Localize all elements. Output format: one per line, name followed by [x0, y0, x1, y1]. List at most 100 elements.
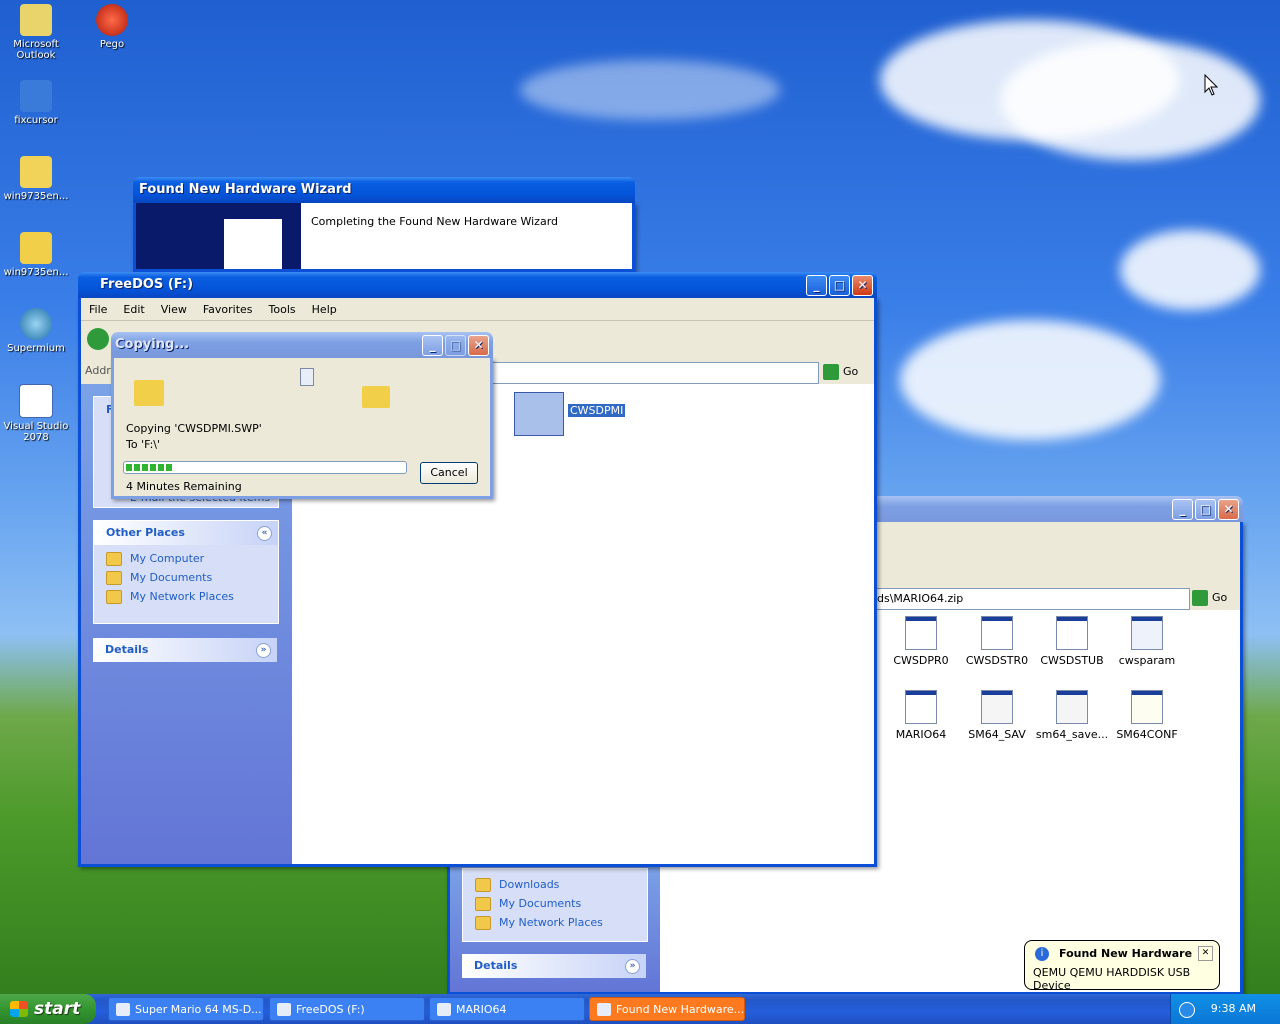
source-folder-icon	[134, 380, 164, 406]
desktop-icon-win9735-folder[interactable]: win9735en...	[0, 232, 72, 278]
link-downloads[interactable]: Downloads	[463, 875, 647, 894]
taskbar-item-mario64[interactable]: MARIO64	[429, 997, 585, 1021]
taskbar-item-super-mario[interactable]: Super Mario 64 MS-D...	[108, 997, 264, 1021]
desktop-icon-win9735-zip[interactable]: win9735en...	[0, 156, 72, 202]
desktop-icon-visual-studio[interactable]: Visual Studio 2078	[0, 384, 72, 443]
destination-folder-icon	[362, 386, 390, 408]
back-arrow-icon[interactable]	[87, 328, 109, 350]
address-label: Addr	[85, 364, 111, 377]
freedos-address-field[interactable]	[491, 362, 819, 384]
application-icon	[905, 690, 937, 724]
system-file-icon	[1056, 690, 1088, 724]
close-button[interactable]: ✕	[468, 335, 489, 356]
close-icon[interactable]: ✕	[1198, 946, 1213, 961]
hardware-icon	[224, 219, 282, 269]
file-cwsparam[interactable]: cwsparam	[1110, 616, 1184, 667]
mario64-details-panel[interactable]: Details»	[462, 954, 646, 978]
go-arrow-icon	[1192, 590, 1208, 606]
copying-titlebar[interactable]: Copying... _ □ ✕	[111, 332, 493, 358]
desktop-icon-fixcursor[interactable]: fixcursor	[0, 80, 72, 126]
start-button[interactable]: start	[0, 994, 96, 1024]
menu-favorites[interactable]: Favorites	[195, 303, 261, 316]
clock[interactable]: 9:38 AM	[1211, 1002, 1256, 1015]
tray-arrow-icon[interactable]	[1179, 1002, 1195, 1018]
application-icon	[905, 616, 937, 650]
link-my-network-places[interactable]: My Network Places	[94, 587, 278, 606]
zip-folder-icon	[20, 156, 52, 188]
minimize-button[interactable]: _	[1172, 499, 1193, 520]
desktop-icon-pego[interactable]: Pego	[76, 4, 148, 50]
wizard-heading: Completing the Found New Hardware Wizard	[311, 215, 559, 228]
pego-icon	[96, 4, 128, 36]
details-panel[interactable]: Details»	[93, 638, 277, 662]
supermium-icon	[20, 308, 52, 340]
menu-file[interactable]: File	[81, 303, 115, 316]
chevron-up-icon[interactable]: «	[257, 526, 272, 541]
mario64-address-field[interactable]: ds\MARIO64.zip	[874, 588, 1190, 610]
mario64-tasks-pane: Downloads My Documents My Network Places…	[450, 862, 660, 992]
cloud	[520, 60, 780, 120]
desktop-icon-supermium[interactable]: Supermium	[0, 308, 72, 354]
link-my-documents[interactable]: My Documents	[463, 894, 647, 913]
chevron-down-icon[interactable]: »	[625, 959, 640, 974]
maximize-button[interactable]: □	[829, 275, 850, 296]
outlook-icon	[20, 4, 52, 36]
maximize-button: □	[445, 335, 466, 356]
mario64-other-places-panel: Downloads My Documents My Network Places	[462, 868, 648, 942]
desktop-icon-outlook[interactable]: Microsoft Outlook	[0, 4, 72, 61]
system-tray: 9:38 AM	[1170, 994, 1280, 1024]
copying-destination-text: To 'F:\'	[126, 438, 161, 451]
file-cwsdstr0[interactable]: CWSDSTR0	[960, 616, 1034, 667]
chevron-down-icon[interactable]: »	[256, 643, 271, 658]
mouse-cursor-icon	[1204, 74, 1218, 96]
link-my-documents[interactable]: My Documents	[94, 568, 278, 587]
application-icon	[981, 616, 1013, 650]
info-icon: i	[1035, 947, 1049, 961]
menu-edit[interactable]: Edit	[115, 303, 152, 316]
file-sm64conf[interactable]: SM64CONF	[1110, 690, 1184, 741]
file-cwsdstub[interactable]: CWSDSTUB	[1035, 616, 1109, 667]
hardware-wizard-titlebar[interactable]: Found New Hardware Wizard	[133, 177, 635, 203]
copying-dialog[interactable]: Copying... _ □ ✕ Copying 'CWSDPMI.SWP' T…	[111, 332, 493, 499]
link-my-computer[interactable]: My Computer	[94, 549, 278, 568]
maximize-button[interactable]: □	[1195, 499, 1216, 520]
found-new-hardware-balloon[interactable]: i ✕ Found New Hardware QEMU QEMU HARDDIS…	[1024, 940, 1220, 992]
menu-tools[interactable]: Tools	[261, 303, 304, 316]
system-file-icon	[981, 690, 1013, 724]
taskbar-item-freedos[interactable]: FreeDOS (F:)	[269, 997, 425, 1021]
link-my-network-places[interactable]: My Network Places	[463, 913, 647, 932]
close-button[interactable]: ✕	[852, 275, 873, 296]
freedos-titlebar[interactable]: FreeDOS (F:) _ □ ✕	[78, 272, 877, 298]
time-remaining: 4 Minutes Remaining	[126, 480, 242, 493]
menu-view[interactable]: View	[153, 303, 195, 316]
progress-fill	[126, 464, 174, 471]
copying-source-text: Copying 'CWSDPMI.SWP'	[126, 422, 262, 435]
selected-file-icon[interactable]	[514, 392, 564, 436]
cancel-button[interactable]: Cancel	[420, 462, 478, 484]
word-document-icon	[1131, 616, 1163, 650]
minimize-button[interactable]: _	[422, 335, 443, 356]
file-sm64-sav[interactable]: SM64_SAV	[960, 690, 1034, 741]
text-file-icon	[1131, 690, 1163, 724]
mario64-go-button[interactable]: Go	[1192, 588, 1227, 608]
wizard-banner	[136, 203, 301, 269]
menu-help[interactable]: Help	[304, 303, 345, 316]
cloud	[1000, 40, 1260, 160]
copy-progress-bar	[123, 461, 407, 474]
selected-file-label[interactable]: CWSDPMI	[568, 404, 626, 417]
file-cwsdpr0[interactable]: CWSDPR0	[884, 616, 958, 667]
close-button[interactable]: ✕	[1218, 499, 1239, 520]
file-mario64[interactable]: MARIO64	[884, 690, 958, 741]
hardware-wizard-window[interactable]: Found New Hardware Wizard Completing the…	[133, 177, 635, 272]
freedos-go-button[interactable]: Go	[823, 362, 858, 382]
file-sm64-save[interactable]: sm64_save...	[1035, 690, 1109, 741]
visual-studio-icon	[19, 384, 53, 418]
cloud	[900, 320, 1160, 440]
fixcursor-icon	[20, 80, 52, 112]
flying-paper-icon	[300, 368, 314, 386]
taskbar: start Super Mario 64 MS-D... FreeDOS (F:…	[0, 994, 1280, 1024]
taskbar-item-found-new-hardware[interactable]: Found New Hardware...	[589, 997, 745, 1021]
go-arrow-icon	[823, 364, 839, 380]
freedos-menubar: File Edit View Favorites Tools Help	[81, 298, 874, 321]
minimize-button[interactable]: _	[806, 275, 827, 296]
